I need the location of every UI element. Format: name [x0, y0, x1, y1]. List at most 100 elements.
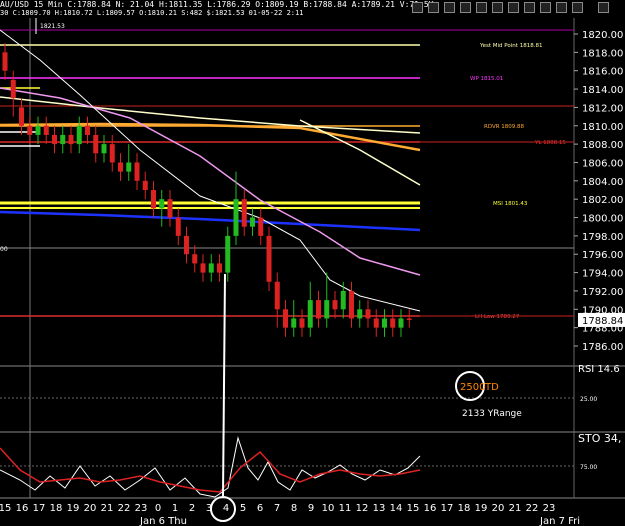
- candle-body: [134, 162, 140, 181]
- candle-body: [142, 180, 148, 190]
- yrange-text: 2133 YRange: [462, 409, 522, 419]
- price-tick-label: 1812.00: [582, 103, 623, 114]
- candle-body: [93, 134, 99, 154]
- price-tick-label: 1816.00: [582, 67, 623, 78]
- candle-body: [349, 290, 354, 319]
- time-label: 0: [155, 503, 161, 514]
- candle-body: [307, 300, 313, 328]
- time-label: 19: [67, 503, 80, 514]
- candle-body: [357, 309, 363, 319]
- candle-body: [291, 318, 297, 328]
- time-label: 14: [390, 503, 403, 514]
- candle-body: [250, 217, 255, 227]
- time-label: 4: [223, 503, 229, 514]
- price-tick-label: 1808.00: [582, 140, 623, 151]
- level-label: YL 1808.15: [534, 140, 566, 146]
- candle-body: [2, 52, 8, 71]
- candle-body: [101, 144, 107, 154]
- chart-grid: [0, 18, 625, 526]
- candle-body: [398, 318, 404, 328]
- time-label: 10: [322, 503, 335, 514]
- price-tick-label: 1798.00: [582, 232, 623, 243]
- level-label: LH Low 1789.27: [475, 314, 520, 320]
- candle-body: [208, 263, 214, 273]
- candle-body: [382, 318, 387, 328]
- candle-body: [217, 263, 222, 273]
- time-label: 16: [424, 503, 437, 514]
- candle-body: [52, 134, 57, 145]
- candle-body: [340, 290, 346, 310]
- td-label: TD: [484, 382, 499, 393]
- time-label: 22: [526, 503, 539, 514]
- day-label: Jan 7 Fri: [539, 516, 580, 526]
- price-tick-label: 1796.00: [582, 250, 623, 261]
- candle-body: [332, 300, 338, 310]
- candle-body: [10, 79, 16, 99]
- price-tick-label: 1786.00: [582, 342, 623, 353]
- price-tick-label: 1794.00: [582, 269, 623, 280]
- time-label: 20: [492, 503, 505, 514]
- candle-body: [266, 235, 272, 282]
- time-label: 23: [543, 503, 556, 514]
- candle-body: [274, 281, 280, 310]
- candle-body: [324, 300, 330, 319]
- time-label: 20: [84, 503, 97, 514]
- level-label: Yest Mid Point 1818.81: [479, 43, 542, 49]
- time-label: 17: [33, 503, 46, 514]
- rsi-title: RSI 14.6: [578, 364, 620, 375]
- candle-body: [233, 199, 239, 236]
- chart-background: [0, 18, 625, 526]
- candle-body: [35, 125, 41, 135]
- price-tick-label: 1804.00: [582, 177, 623, 188]
- time-label: 17: [441, 503, 454, 514]
- candle-body: [27, 125, 33, 135]
- candle-body: [118, 162, 123, 172]
- candle-body: [373, 318, 379, 328]
- time-label: 15: [407, 503, 420, 514]
- time-label: 18: [458, 503, 471, 514]
- candle-body: [406, 318, 412, 320]
- price-tick-label: 1802.00: [582, 195, 623, 206]
- candle-body: [109, 144, 115, 163]
- candle-body: [151, 190, 156, 209]
- td-value: 2500: [460, 382, 485, 393]
- time-label: 9: [308, 503, 314, 514]
- time-label: 22: [118, 503, 131, 514]
- candle-body: [200, 263, 206, 273]
- time-label: 13: [373, 503, 386, 514]
- candle-body: [126, 162, 132, 172]
- candle-body: [19, 107, 24, 126]
- time-label: 18: [50, 503, 63, 514]
- time-label: 23: [135, 503, 148, 514]
- price-tick-label: 1800.00: [582, 214, 623, 225]
- price-tick-label: 1820.00: [582, 30, 623, 41]
- candle-body: [365, 309, 371, 319]
- candle-body: [258, 217, 264, 236]
- left-marker: 00: [0, 246, 8, 253]
- candle-body: [167, 199, 173, 218]
- candle-body: [192, 254, 198, 264]
- price-tick-label: 1806.00: [582, 158, 623, 169]
- sto-tick-label: 75.00: [580, 464, 597, 471]
- top-left-label: 1821.53: [40, 23, 65, 30]
- candle-body: [283, 309, 288, 328]
- price-tick-label: 1818.00: [582, 48, 623, 59]
- price-tick-label: 1810.00: [582, 122, 623, 133]
- candle-body: [68, 134, 74, 145]
- candle-body: [175, 217, 181, 236]
- chart-canvas[interactable]: Yest Mid Point 1818.81 WP 1815.01 RDVR 180…: [0, 0, 625, 526]
- day-label: Jan 6 Thu: [139, 516, 187, 526]
- time-label: 5: [240, 503, 246, 514]
- rsi-tick-label: 25.00: [580, 396, 597, 403]
- price-tick-label: 1792.00: [582, 287, 623, 298]
- time-label: 8: [291, 503, 297, 514]
- time-label: 21: [101, 503, 114, 514]
- time-label: 15: [0, 503, 11, 514]
- time-label: 7: [274, 503, 280, 514]
- time-label: 12: [356, 503, 369, 514]
- candle-body: [390, 318, 396, 328]
- candle-body: [85, 125, 90, 135]
- price-tick-label: 1814.00: [582, 85, 623, 96]
- time-label: 2: [189, 503, 195, 514]
- time-label: 11: [339, 503, 352, 514]
